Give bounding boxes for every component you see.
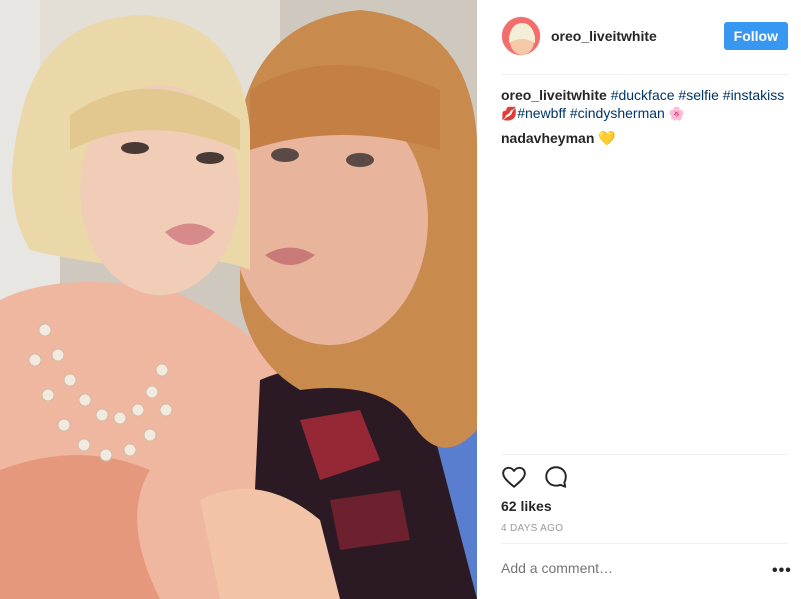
- comment-divider: [501, 543, 788, 544]
- hashtag-cindysherman[interactable]: #cindysherman: [570, 105, 665, 121]
- caption-username[interactable]: oreo_liveitwhite: [501, 87, 607, 103]
- comment-username[interactable]: nadavheyman: [501, 130, 594, 146]
- header-divider: [501, 74, 788, 75]
- actions-divider: [501, 454, 788, 455]
- post-photo-illustration: [0, 0, 477, 599]
- post-actions: [501, 464, 569, 490]
- post-photo[interactable]: [0, 0, 477, 599]
- comment-bubble-icon[interactable]: [543, 464, 569, 490]
- post-header: oreo_liveitwhite Follow: [477, 0, 801, 72]
- hashtag-duckface[interactable]: #duckface: [611, 87, 675, 103]
- comment-item: nadavheyman 💛: [501, 129, 616, 147]
- post-side-panel: oreo_liveitwhite Follow oreo_liveitwhite…: [477, 0, 801, 599]
- heart-icon[interactable]: [501, 464, 527, 490]
- avatar[interactable]: [501, 16, 541, 56]
- hashtag-newbff[interactable]: #newbff: [517, 105, 566, 121]
- hashtag-instakiss[interactable]: #instakiss: [723, 87, 784, 103]
- post-username[interactable]: oreo_liveitwhite: [551, 28, 724, 44]
- avatar-image: [502, 17, 540, 55]
- kiss-emoji: 💋: [501, 106, 518, 121]
- follow-button[interactable]: Follow: [723, 22, 788, 50]
- hashtag-selfie[interactable]: #selfie: [678, 87, 718, 103]
- add-comment-input[interactable]: [501, 560, 755, 576]
- likes-count[interactable]: 62 likes: [501, 498, 552, 514]
- more-options-icon[interactable]: •••: [772, 562, 792, 580]
- post-timestamp: 4 DAYS AGO: [501, 523, 564, 534]
- yellow-heart-emoji: 💛: [598, 130, 616, 146]
- flower-emoji: 🌸: [668, 106, 685, 121]
- post-caption: oreo_liveitwhite #duckface #selfie #inst…: [501, 86, 788, 123]
